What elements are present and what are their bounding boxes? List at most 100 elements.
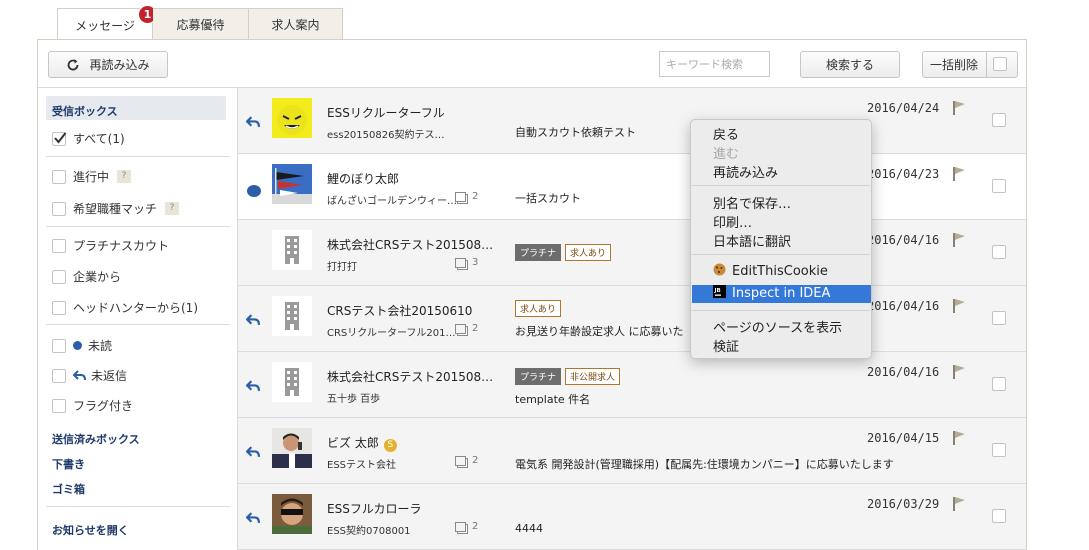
company-checkbox[interactable] [52, 269, 66, 284]
row-checkbox[interactable] [992, 509, 1006, 523]
menu-item-edit-cookie-label: EditThisCookie [732, 264, 828, 279]
row-checkbox[interactable] [992, 377, 1006, 391]
message-row[interactable]: CRSテスト会社20150610 CRSリクルーターフル201… 2 求人あり … [238, 286, 1026, 352]
sidebar-item-notices[interactable]: お知らせを開く [52, 522, 129, 538]
tab-application-perks[interactable]: 応募優待 [153, 8, 249, 40]
help-icon[interactable]: ? [117, 170, 132, 183]
select-all-checkbox[interactable] [993, 57, 1007, 71]
sidebar-item-sent[interactable]: 送信済みボックス [52, 431, 140, 447]
menu-item-inspect[interactable]: 検証 [713, 336, 739, 355]
message-subject[interactable]: 電気系 開発設計(管理職採用)【配属先:住環境カンパニー】に応募いたします [515, 456, 894, 472]
sidebar-item-drafts[interactable]: 下書き [52, 456, 85, 472]
thread-count: 2 [455, 455, 478, 466]
avatar [272, 494, 312, 534]
flag-icon[interactable] [952, 298, 966, 314]
menu-item-view-source[interactable]: ページのソースを表示 [713, 317, 842, 336]
sender-company: ばんざいゴールデンウィー… [327, 196, 457, 207]
flagged-checkbox[interactable] [52, 398, 66, 413]
tab-bar: メッセージ 1 応募優待 求人案内 [57, 5, 343, 41]
flag-icon[interactable] [952, 232, 966, 248]
search-button[interactable]: 検索する [800, 51, 900, 78]
row-checkbox[interactable] [992, 443, 1006, 457]
in-progress-checkbox[interactable] [52, 169, 66, 184]
sidebar-item-all[interactable]: すべて(1) [52, 130, 125, 147]
thread-count-value: 3 [472, 257, 479, 268]
menu-item-print[interactable]: 印刷… [713, 212, 752, 231]
sidebar-divider [46, 506, 230, 507]
row-checkbox[interactable] [992, 311, 1006, 325]
sender-name: ESSリクルーターフル [327, 106, 445, 120]
message-row[interactable]: 鯉のぼり太郎 ばんざいゴールデンウィー… 2 一括スカウト 2016/04/23 [238, 154, 1026, 220]
thread-count: 2 [455, 323, 478, 334]
sidebar-item-platinum[interactable]: プラチナスカウト [52, 237, 169, 254]
row-checkbox[interactable] [992, 113, 1006, 127]
message-row[interactable]: ビズ 太郎 S ESSテスト会社 2 電気系 開発設計(管理職採用)【配属先:住環… [238, 418, 1026, 484]
sidebar-item-unreplied[interactable]: 未返信 [52, 367, 127, 384]
headhunter-checkbox[interactable] [52, 300, 66, 315]
help-icon[interactable]: ? [165, 202, 180, 215]
sidebar-item-job-match-label: 希望職種マッチ [73, 202, 158, 216]
menu-item-inspect-idea[interactable]: JB Inspect in IDEA [713, 285, 830, 301]
menu-item-translate[interactable]: 日本語に翻訳 [713, 231, 791, 250]
job-match-checkbox[interactable] [52, 201, 66, 216]
bulk-delete-button[interactable]: 一括削除 [922, 51, 1018, 78]
message-date: 2016/04/24 [867, 101, 940, 115]
company-building-icon [272, 296, 312, 336]
menu-item-edit-cookie[interactable]: EditThisCookie [713, 263, 828, 279]
message-panel: 再読み込み キーワード検索 検索する 一括削除 受信ボックス すべて(1) 進行… [37, 39, 1027, 550]
thread-count: 2 [455, 521, 478, 532]
thread-icon [455, 521, 466, 532]
unreplied-checkbox[interactable] [52, 368, 66, 383]
thread-icon [455, 191, 466, 202]
message-subject[interactable]: 自動スカウト依頼テスト [515, 124, 636, 140]
flag-icon[interactable] [952, 496, 966, 512]
tag-list: プラチナ 求人あり [515, 244, 612, 261]
flag-icon[interactable] [952, 430, 966, 446]
message-subject[interactable]: 一括スカウト [515, 190, 581, 206]
menu-item-back[interactable]: 戻る [713, 124, 739, 143]
unread-checkbox[interactable] [52, 338, 66, 353]
avatar [272, 98, 312, 138]
sidebar-item-platinum-label: プラチナスカウト [73, 239, 170, 253]
message-row[interactable]: ESSフルカローラ ESS契約0708001 2 4444 2016/03/29 [238, 484, 1026, 550]
company-building-icon [272, 362, 312, 402]
sidebar-item-company[interactable]: 企業から [52, 268, 121, 285]
row-checkbox[interactable] [992, 179, 1006, 193]
message-row[interactable]: 株式会社CRSテスト201508… 五十歩 百歩 プラチナ 非公開求人 temp… [238, 352, 1026, 418]
sender-company: 打打打 [327, 262, 357, 273]
menu-separator [692, 185, 870, 186]
sidebar-item-headhunter[interactable]: ヘッドハンターから(1) [52, 299, 198, 316]
tab-job-guide-label: 求人案内 [271, 18, 320, 32]
message-subject[interactable]: 4444 [515, 522, 543, 535]
tab-job-guide[interactable]: 求人案内 [249, 8, 343, 40]
sidebar-item-flagged[interactable]: フラグ付き [52, 397, 133, 414]
flag-icon[interactable] [952, 364, 966, 380]
message-date: 2016/04/16 [867, 299, 940, 313]
sidebar-item-in-progress[interactable]: 進行中 ? [52, 168, 132, 185]
keyword-search-input[interactable]: キーワード検索 [659, 51, 770, 77]
message-row[interactable]: 株式会社CRSテスト201508… 打打打 3 プラチナ 求人あり 2016/0… [238, 220, 1026, 286]
sidebar-item-inbox[interactable]: 受信ボックス [52, 103, 118, 119]
row-checkbox[interactable] [992, 245, 1006, 259]
sidebar-divider [46, 324, 230, 325]
platinum-checkbox[interactable] [52, 238, 66, 253]
sender-company: CRSリクルーターフル201… [327, 328, 456, 339]
reply-icon [73, 370, 86, 381]
unread-dot-icon [247, 185, 261, 197]
tag-list: 求人あり [515, 300, 562, 317]
sidebar-divider [46, 156, 230, 157]
menu-item-save-as[interactable]: 別名で保存… [713, 193, 791, 212]
sidebar-item-job-match[interactable]: 希望職種マッチ ? [52, 200, 180, 217]
reload-button[interactable]: 再読み込み [48, 51, 168, 78]
reload-label: 再読み込み [89, 58, 150, 72]
message-subject[interactable]: template 件名 [515, 391, 590, 407]
message-subject[interactable]: お見送り年齢設定求人 に応募いた [515, 323, 684, 339]
sidebar-item-unread[interactable]: 未読 [52, 337, 112, 354]
message-row[interactable]: ESSリクルーターフル ess20150826契約テス… 自動スカウト依頼テスト… [238, 88, 1026, 154]
flag-icon[interactable] [952, 100, 966, 116]
all-checkbox[interactable] [52, 131, 67, 146]
menu-item-reload[interactable]: 再読み込み [713, 162, 778, 181]
tab-messages[interactable]: メッセージ 1 [57, 5, 157, 41]
flag-icon[interactable] [952, 166, 966, 182]
sidebar-item-trash[interactable]: ゴミ箱 [52, 481, 85, 497]
